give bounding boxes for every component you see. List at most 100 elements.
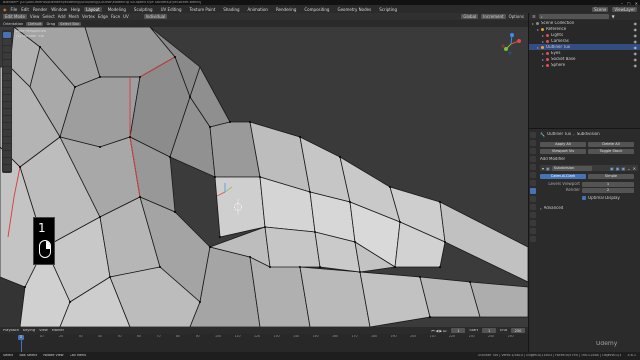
add-modifier-button[interactable]: Add Modifier (540, 157, 565, 161)
end-frame-field[interactable]: 250 (511, 328, 525, 333)
expand-icon[interactable]: ▸ (542, 63, 544, 68)
tab-sculpting[interactable]: Sculpting (132, 7, 155, 12)
grid-icon[interactable] (517, 81, 523, 87)
levels-viewport-field[interactable]: 1 (582, 181, 634, 187)
menu-add[interactable]: Add (58, 14, 66, 19)
object-tab-icon[interactable] (530, 180, 536, 186)
tab-layout[interactable]: Layout (84, 6, 102, 12)
view-layer-tab-icon[interactable] (530, 156, 536, 162)
current-frame-field[interactable]: 1 (451, 328, 466, 333)
transform-orientation-selector[interactable]: Default (26, 21, 44, 26)
options-menu[interactable]: Options (509, 14, 524, 19)
loop-cut-tool-icon[interactable] (3, 109, 11, 115)
render-levels-field[interactable]: 2 (582, 187, 634, 193)
menu-window[interactable]: Window (51, 7, 67, 12)
poly-build-tool-icon[interactable] (3, 123, 11, 129)
bevel-tool-icon[interactable] (3, 102, 11, 108)
tab-animation[interactable]: Animation (246, 7, 270, 12)
smooth-tool-icon[interactable] (3, 137, 11, 143)
data-tab-icon[interactable] (530, 220, 536, 226)
menu-render[interactable]: Render (33, 7, 47, 12)
menu-view[interactable]: View (30, 14, 40, 19)
edge-slide-tool-icon[interactable] (3, 144, 11, 150)
visibility-eye-icon[interactable]: ◉ (634, 45, 638, 50)
expand-icon[interactable]: ▸ (542, 51, 544, 56)
modifier-tab-icon[interactable] (530, 188, 536, 194)
spin-tool-icon[interactable] (3, 130, 11, 136)
tool-tab-icon[interactable] (530, 132, 536, 138)
visibility-eye-icon[interactable]: ◉ (634, 39, 638, 44)
expand-icon[interactable]: ▸ (537, 45, 539, 50)
shear-tool-icon[interactable] (3, 158, 11, 164)
visibility-eye-icon[interactable]: ◉ (634, 51, 638, 56)
timeline-playback[interactable]: Playback (3, 329, 19, 333)
snap-selector[interactable]: Increment (481, 14, 506, 19)
tab-uv-editing[interactable]: UV Editing (159, 7, 184, 12)
optimal-display-checkbox[interactable] (582, 196, 586, 200)
menu-vertex[interactable]: Vertex (82, 14, 95, 19)
texture-tab-icon[interactable] (530, 236, 536, 242)
move-tool-icon[interactable] (3, 46, 11, 52)
dropdown-icon[interactable]: ⌄ (627, 166, 630, 171)
menu-uv[interactable]: UV (123, 14, 129, 19)
orientation-selector[interactable]: Global (461, 14, 479, 19)
visibility-eye-icon[interactable]: ◉ (634, 63, 638, 68)
menu-help[interactable]: Help (71, 7, 80, 12)
blender-logo-icon[interactable]: ◉ (3, 7, 7, 12)
visibility-eye-icon[interactable]: ◉ (634, 27, 638, 32)
close-modifier-icon[interactable]: ✕ (633, 166, 636, 171)
play-controls[interactable]: ⏮◀▶⏭ (431, 329, 447, 333)
pan-hand-icon[interactable] (517, 67, 523, 73)
tab-scripting[interactable]: Scripting (377, 7, 399, 12)
viewport-toggle-icon[interactable]: ▣ (616, 166, 620, 171)
view-layer-selector[interactable]: ViewLayer (612, 6, 637, 12)
catmull-clark-button[interactable]: Catmull-Clark (540, 173, 586, 179)
timeline-view[interactable]: View (39, 329, 48, 333)
expand-icon[interactable]: ▸ (542, 57, 544, 62)
menu-file[interactable]: File (11, 7, 18, 12)
timeline-marker[interactable]: Marker (52, 329, 64, 333)
scene-tab-icon[interactable] (530, 164, 536, 170)
particles-tab-icon[interactable] (530, 196, 536, 202)
tab-texture-paint[interactable]: Texture Paint (187, 7, 217, 12)
mode-selector[interactable]: Edit Mode (3, 14, 27, 19)
camera-icon[interactable] (517, 74, 523, 80)
measure-tool-icon[interactable] (3, 81, 11, 87)
tab-shading[interactable]: Shading (221, 7, 241, 12)
advanced-expand-icon[interactable]: › (540, 206, 542, 211)
pivot-selector[interactable]: Individual (143, 14, 168, 19)
world-tab-icon[interactable] (530, 172, 536, 178)
visibility-eye-icon[interactable]: ◉ (634, 57, 638, 62)
visibility-eye-icon[interactable]: ◉ (634, 21, 638, 26)
cursor-tool-icon[interactable] (3, 39, 11, 45)
rip-tool-icon[interactable] (3, 165, 11, 171)
delete-all-button[interactable]: Delete All (588, 141, 634, 147)
mesh-canvas[interactable] (0, 27, 528, 327)
shrink-tool-icon[interactable] (3, 151, 11, 157)
viewport-3d[interactable]: User Perspective (1) Outliner Tux 1 (0, 27, 528, 327)
render-toggle-icon[interactable]: ▣ (622, 166, 626, 171)
apply-all-button[interactable]: Apply All (540, 141, 586, 147)
simple-button[interactable]: Simple (588, 173, 634, 179)
physics-tab-icon[interactable] (530, 204, 536, 210)
menu-edge[interactable]: Edge (98, 14, 108, 19)
transform-tool-icon[interactable] (3, 67, 11, 73)
rotate-tool-icon[interactable] (3, 53, 11, 59)
select-box-tool-icon[interactable] (3, 32, 11, 38)
viewport-vis-button[interactable]: Viewport Vis (540, 148, 586, 154)
timeline[interactable]: 1 0 10 20 30 40 50 60 70 80 90 100 110 120 130 140 150 1… (0, 334, 528, 352)
inset-tool-icon[interactable] (3, 95, 11, 101)
expand-icon[interactable]: ▸ (542, 39, 544, 44)
annotate-tool-icon[interactable] (3, 74, 11, 80)
outliner-search-input[interactable]: ⌕ (538, 14, 609, 19)
expand-icon[interactable]: ▸ (537, 27, 539, 32)
start-frame-field[interactable]: 1 (482, 328, 497, 333)
visibility-eye-icon[interactable]: ◉ (634, 33, 638, 38)
collapse-icon[interactable]: ▾ (542, 166, 544, 171)
navigation-gizmo[interactable] (498, 31, 524, 57)
extrude-tool-icon[interactable] (3, 88, 11, 94)
outliner-display-icon[interactable]: ☰ (532, 14, 536, 19)
modifier-name-field[interactable]: Subdivision (551, 165, 592, 171)
filter-icon[interactable]: ▼ (612, 14, 615, 19)
edit-mode-toggle-icon[interactable]: ▣ (610, 166, 614, 171)
